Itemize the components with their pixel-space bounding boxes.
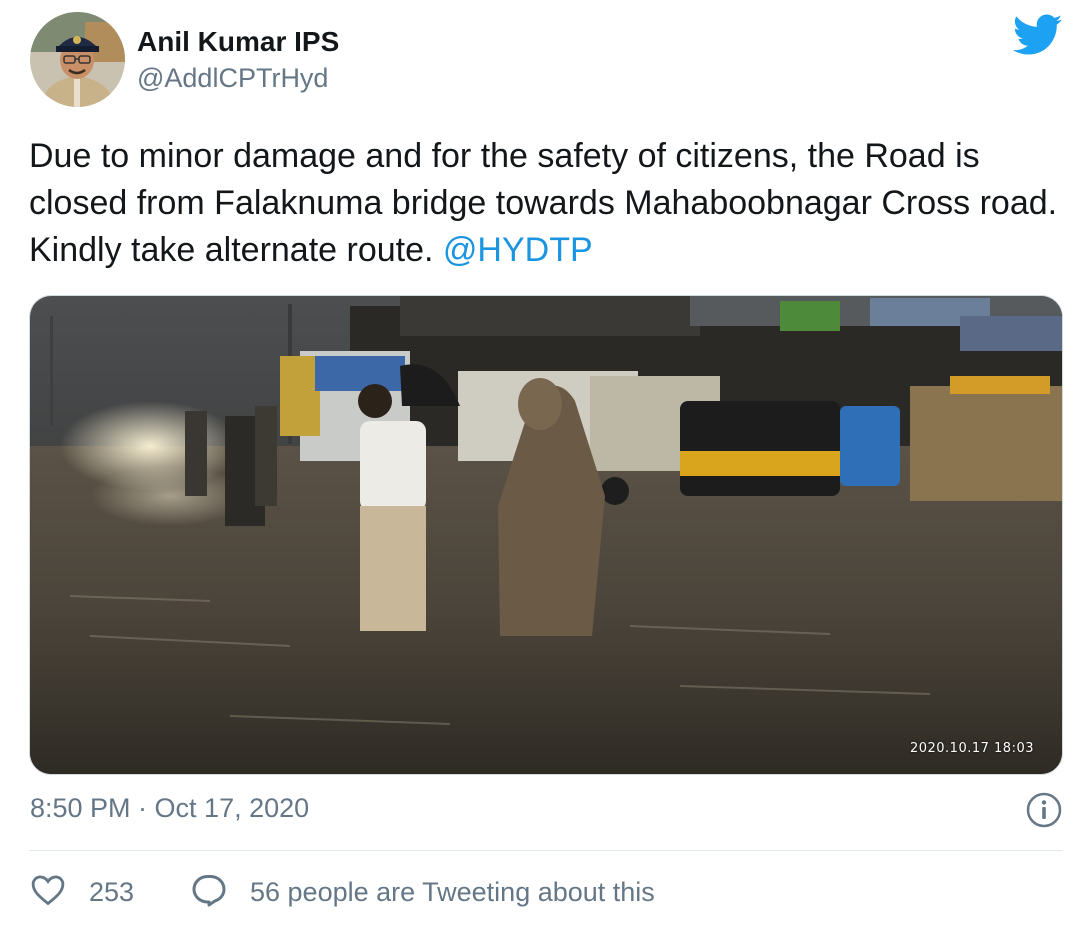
twitter-bird-icon[interactable]	[1012, 14, 1063, 58]
like-count: 253	[89, 876, 135, 907]
heart-icon	[31, 874, 65, 911]
author-handle[interactable]: @AddlCPTrHyd	[137, 63, 328, 94]
info-icon[interactable]	[1026, 792, 1062, 828]
author-name[interactable]: Anil Kumar IPS	[137, 26, 339, 58]
like-button[interactable]: 253	[31, 872, 134, 912]
speech-bubble-icon	[191, 873, 227, 912]
photo-timestamp-stamp: 2020.10.17 18:03	[909, 741, 1034, 756]
tweet-card: Anil Kumar IPS @AddlCPTrHyd Due to minor…	[0, 0, 1092, 930]
tweet-timestamp[interactable]: 8:50 PM · Oct 17, 2020	[30, 793, 309, 824]
conversation-text: 56 people are Tweeting about this	[250, 876, 655, 907]
divider	[29, 850, 1063, 851]
tweet-photo[interactable]: 2020.10.17 18:03	[29, 295, 1063, 775]
avatar-photo	[30, 12, 125, 107]
tweet-text: Due to minor damage and for the safety o…	[29, 133, 1074, 274]
mention-link[interactable]: @HYDTP	[443, 231, 593, 269]
author-avatar[interactable]	[30, 12, 125, 107]
photo-flooded-road	[30, 296, 1062, 774]
conversation-link[interactable]: 56 people are Tweeting about this	[191, 872, 655, 912]
